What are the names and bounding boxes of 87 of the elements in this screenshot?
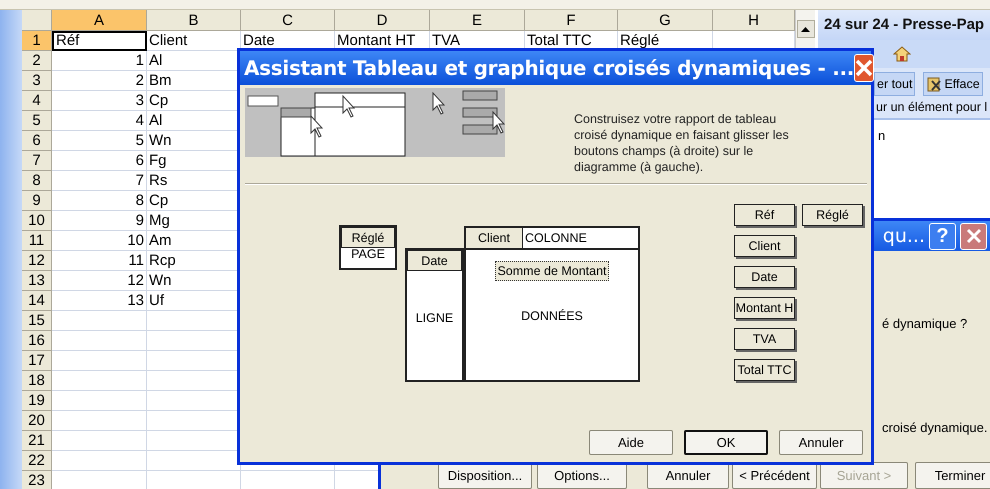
page-area[interactable]: Réglé PAGE [339, 225, 397, 270]
column-header[interactable]: F [525, 10, 618, 31]
column-header[interactable]: D [335, 10, 430, 31]
field-button[interactable]: Total TTC [734, 359, 795, 381]
row-header[interactable]: 15 [22, 311, 52, 331]
pane-button[interactable]: Efface [923, 72, 983, 96]
table-cell: 8 [52, 191, 147, 211]
area-label: PAGE [350, 248, 386, 260]
row-header[interactable]: 22 [22, 451, 52, 471]
field-button[interactable]: Réf [734, 204, 795, 226]
row-header[interactable]: 6 [22, 131, 52, 151]
table-cell: 9 [52, 211, 147, 231]
row-header[interactable]: 9 [22, 191, 52, 211]
row-header[interactable]: 16 [22, 331, 52, 351]
dialog-title: qu... [882, 225, 925, 247]
row-header[interactable]: 20 [22, 411, 52, 431]
table-cell: 13 [52, 291, 147, 311]
dialog-button[interactable]: Aide [589, 430, 673, 455]
row-header[interactable]: 7 [22, 151, 52, 171]
field-button[interactable]: Date [407, 250, 462, 271]
pane-text: n [877, 127, 886, 143]
table-cell: 7 [52, 171, 147, 191]
row-header[interactable]: 2 [22, 51, 52, 71]
column-header[interactable]: A [52, 10, 147, 31]
table-cell: 11 [52, 251, 147, 271]
select-all-button[interactable] [22, 10, 52, 31]
table-cell: 10 [52, 231, 147, 251]
data-area[interactable]: Somme de Montant DONNÉES [464, 248, 640, 382]
row-header[interactable]: 17 [22, 351, 52, 371]
row-header[interactable]: 3 [22, 71, 52, 91]
close-icon [855, 59, 874, 77]
wizard-button[interactable]: Terminer [915, 462, 990, 489]
table-cell: 6 [52, 151, 147, 171]
row-header[interactable]: 1 [22, 31, 52, 51]
row-area[interactable]: Date LIGNE [405, 248, 464, 382]
table-cell: Réf [52, 31, 147, 51]
field-button[interactable]: Date [734, 266, 795, 288]
table-cell: 1 [52, 51, 147, 71]
row-header[interactable]: 10 [22, 211, 52, 231]
table-cell: 5 [52, 131, 147, 151]
field-button[interactable]: Somme de Montant [495, 261, 609, 281]
close-button[interactable] [854, 54, 874, 82]
field-button[interactable]: Réglé [341, 227, 395, 248]
column-header[interactable]: C [241, 10, 335, 31]
row-header[interactable]: 18 [22, 371, 52, 391]
column-area[interactable]: Client COLONNE [464, 226, 640, 248]
row-header[interactable]: 8 [22, 171, 52, 191]
dialog-button[interactable]: Annuler [779, 430, 863, 455]
table-cell: 2 [52, 71, 147, 91]
up-arrow-icon [801, 26, 810, 32]
row-header[interactable]: 19 [22, 391, 52, 411]
dialog-title: Assistant Tableau et graphique croisés dynamiques - ... [244, 56, 854, 80]
row-header[interactable]: 14 [22, 291, 52, 311]
close-icon [966, 228, 982, 244]
close-button[interactable] [960, 222, 987, 250]
home-icon[interactable] [893, 45, 911, 63]
column-header[interactable]: G [618, 10, 713, 31]
column-header[interactable]: B [147, 10, 241, 31]
scroll-up-button[interactable] [796, 20, 814, 38]
column-header[interactable]: E [430, 10, 525, 31]
field-button[interactable]: TVA [734, 328, 795, 350]
field-button[interactable]: Client [466, 228, 523, 248]
table-cell: 4 [52, 111, 147, 131]
field-button[interactable]: Client [734, 235, 795, 257]
instruction-text: Construisez votre rapport de tableau croisé dynamique en faisant glisser les boutons champs (à droite) sur le diagramme (à gauche). [574, 111, 790, 175]
help-button[interactable]: ? [929, 222, 956, 250]
row-header[interactable]: 4 [22, 91, 52, 111]
clipboard-icon [926, 76, 942, 92]
pane-button[interactable]: er tout [874, 72, 916, 96]
field-button[interactable]: Montant H [734, 297, 795, 319]
task-pane-title: 24 sur 24 - Presse-Pap [818, 10, 990, 40]
row-header[interactable]: 23 [22, 471, 52, 489]
dialog-text: croisé dynamique. [882, 420, 988, 435]
dialog-text: é dynamique ? [882, 316, 968, 331]
dialog-button[interactable]: OK [684, 430, 768, 455]
row-header[interactable]: 5 [22, 111, 52, 131]
area-label: COLONNE [524, 230, 587, 247]
row-header[interactable]: 13 [22, 271, 52, 291]
field-button[interactable]: Réglé [802, 204, 863, 226]
area-label: DONNÉES [521, 309, 583, 323]
table-cell: 12 [52, 271, 147, 291]
row-header[interactable]: 12 [22, 251, 52, 271]
row-header[interactable]: 21 [22, 431, 52, 451]
row-header[interactable]: 11 [22, 231, 52, 251]
table-cell: 3 [52, 91, 147, 111]
column-header[interactable]: H [713, 10, 795, 31]
area-label: LIGNE [414, 311, 454, 325]
